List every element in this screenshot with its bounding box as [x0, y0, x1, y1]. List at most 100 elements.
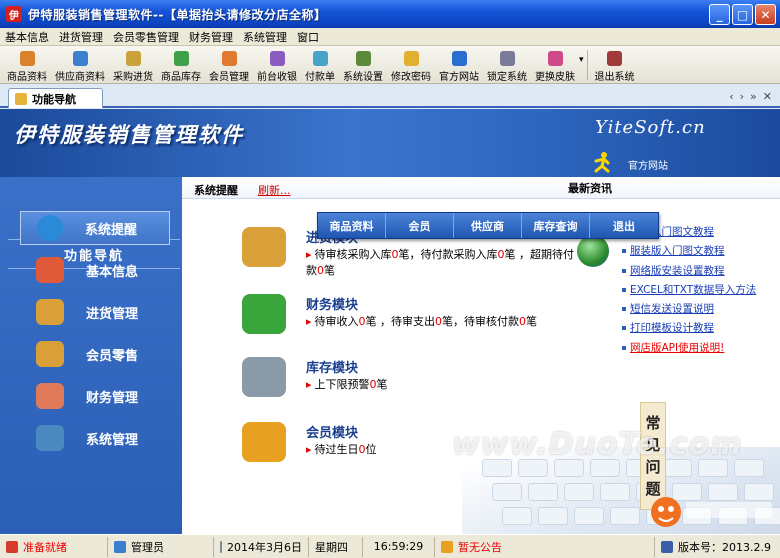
module-desc-text: 待审核采购入库	[314, 248, 392, 261]
alert-label: 系统提醒	[194, 184, 238, 197]
module-title[interactable]: 库存模块	[306, 357, 358, 376]
toolbar-button-label: 会员管理	[209, 72, 249, 83]
toolbar-button[interactable]: 更换皮肤	[531, 47, 579, 83]
toolbar-button-label: 采购进货	[113, 72, 153, 83]
keyboard-key	[564, 483, 594, 501]
tab-function-nav[interactable]: 功能导航	[8, 88, 103, 108]
product-icon	[19, 51, 35, 66]
sidebar-item-label: 系统提醒	[85, 222, 138, 238]
module-desc-text: 0	[317, 264, 324, 277]
title-bar[interactable]: 伊 伊特服装销售管理软件--【单据抬头请修改分店全称】 _ □ ✕	[0, 0, 780, 28]
news-link[interactable]: 打印模板设计教程	[622, 319, 780, 338]
menu-item[interactable]: 窗口	[292, 29, 324, 45]
sidebar-item[interactable]: 进货管理	[20, 295, 170, 329]
toolbar-button-label: 更换皮肤	[535, 72, 575, 83]
module-block: 库存模块 ▸ 上下限预警0笔	[242, 357, 572, 417]
keyboard-key	[492, 483, 522, 501]
toolbar-button[interactable]: 修改密码	[387, 47, 435, 83]
menu-item[interactable]: 财务管理	[184, 29, 238, 45]
toolbar-button[interactable]: 系统设置	[339, 47, 387, 83]
menu-item[interactable]: 系统管理	[238, 29, 292, 45]
minimize-button[interactable]: _	[709, 4, 730, 25]
news-link[interactable]: 网店版API使用说明!	[622, 339, 780, 358]
version-icon	[661, 540, 673, 553]
toolbar-button[interactable]: 商品资料	[3, 47, 51, 83]
bullet-arrow-icon: ▸	[306, 443, 312, 456]
cubes-icon	[36, 257, 64, 283]
watermark: www.DuoTe.com	[452, 427, 743, 462]
keyboard-key	[610, 507, 640, 525]
sidebar-item-label: 财务管理	[86, 390, 139, 406]
sidebar-item[interactable]: 系统管理	[20, 421, 170, 455]
supplier-icon	[72, 51, 88, 66]
news-link[interactable]: 短信发送设置说明	[622, 300, 780, 319]
menu-item[interactable]: 会员零售管理	[108, 29, 184, 45]
maximize-button[interactable]: □	[732, 4, 753, 25]
sidebar-item-label: 系统管理	[86, 432, 139, 448]
sidebar: 功能导航 系统提醒 基本信息 进货管理 会员零售 财务管理 系统管理	[0, 177, 182, 534]
toolbar-button[interactable]: 锁定系统	[483, 47, 531, 83]
toolbar-separator	[586, 50, 588, 80]
module-title[interactable]: 会员模块	[306, 422, 358, 441]
quick-button[interactable]: 会员	[386, 213, 454, 238]
toolbar-button[interactable]: 前台收银	[253, 47, 301, 83]
payment-icon	[312, 51, 328, 66]
module-desc-text: 0	[358, 443, 366, 456]
toolbar-button[interactable]: 供应商资料	[51, 47, 109, 83]
box-member-icon	[36, 341, 64, 367]
key-icon	[403, 51, 419, 66]
module-desc: ▸ 待审收入0笔 ，待审支出0笔，待审核付款0笔	[306, 314, 576, 330]
info-icon	[37, 215, 63, 241]
tab-close-icon[interactable]: ✕	[763, 90, 772, 103]
sidebar-item[interactable]: 基本信息	[20, 253, 170, 287]
quick-button[interactable]: 退出	[590, 213, 658, 238]
menu-item[interactable]: 基本信息	[0, 29, 54, 45]
house-icon	[36, 383, 64, 409]
sidebar-item[interactable]: 会员零售	[20, 337, 170, 371]
toolbar-button[interactable]: 付款单	[301, 47, 339, 83]
toolbar-button[interactable]: 采购进货	[109, 47, 157, 83]
runner-icon[interactable]	[592, 151, 612, 173]
main-window: 伊 伊特服装销售管理软件--【单据抬头请修改分店全称】 _ □ ✕ 基本信息 进货…	[0, 0, 780, 558]
menu-bar: 基本信息 进货管理 会员零售管理 财务管理 系统管理 窗口	[0, 28, 780, 46]
nav-tab-icon	[15, 92, 27, 105]
bullet-arrow-icon: ▸	[306, 378, 312, 391]
module-icon	[242, 357, 286, 397]
app-logo-icon: 伊	[6, 6, 22, 22]
quick-button[interactable]: 供应商	[454, 213, 522, 238]
official-site-link[interactable]: 官方网站	[628, 157, 668, 172]
status-bar: 准备就绪 管理员 2014年3月6日 星期四 16:59:29 暂无公告 版本号…	[0, 534, 780, 558]
user-icon	[114, 540, 126, 553]
module-title[interactable]: 财务模块	[306, 294, 358, 313]
quick-button[interactable]: 商品资料	[318, 213, 386, 238]
close-button[interactable]: ✕	[755, 4, 776, 25]
status-state-icon	[6, 540, 18, 553]
module-icon	[242, 294, 286, 334]
quick-button[interactable]: 库存查询	[522, 213, 590, 238]
status-notice[interactable]: 暂无公告	[458, 539, 502, 555]
toolbar-button[interactable]: 退出系统	[591, 47, 639, 83]
toolbar-button[interactable]: 商品库存	[157, 47, 205, 83]
news-link[interactable]: EXCEL和TXT数据导入方法	[622, 281, 780, 300]
tab-next-icon[interactable]: ›	[740, 90, 744, 103]
module-desc: ▸ 待审核采购入库0笔，待付款采购入库0笔 ，超期待付款0笔	[306, 247, 576, 279]
news-link[interactable]: 网络版安装设置教程	[622, 262, 780, 281]
tab-label: 功能导航	[32, 92, 76, 106]
refresh-link[interactable]: 刷新...	[258, 182, 291, 198]
toolbar-button-label: 商品库存	[161, 72, 201, 83]
exit-icon	[607, 51, 623, 66]
menu-item[interactable]: 进货管理	[54, 29, 108, 45]
module-desc-text: 0	[435, 315, 443, 328]
bullet-arrow-icon: ▸	[306, 315, 312, 328]
tab-list-icon[interactable]: »	[750, 90, 757, 103]
toolbar-button-label: 前台收银	[257, 72, 297, 83]
keyboard-key	[574, 507, 604, 525]
sidebar-item[interactable]: 系统提醒	[20, 211, 170, 245]
sidebar-item[interactable]: 财务管理	[20, 379, 170, 413]
toolbar-button[interactable]: 会员管理	[205, 47, 253, 83]
tab-prev-icon[interactable]: ‹	[729, 90, 733, 103]
toolbar-dropdown-icon[interactable]: ▾	[579, 55, 584, 65]
toolbar-button[interactable]: 官方网站	[435, 47, 483, 83]
toolbar-button-label: 系统设置	[343, 72, 383, 83]
news-link[interactable]: 服装版入门图文教程	[622, 242, 780, 261]
